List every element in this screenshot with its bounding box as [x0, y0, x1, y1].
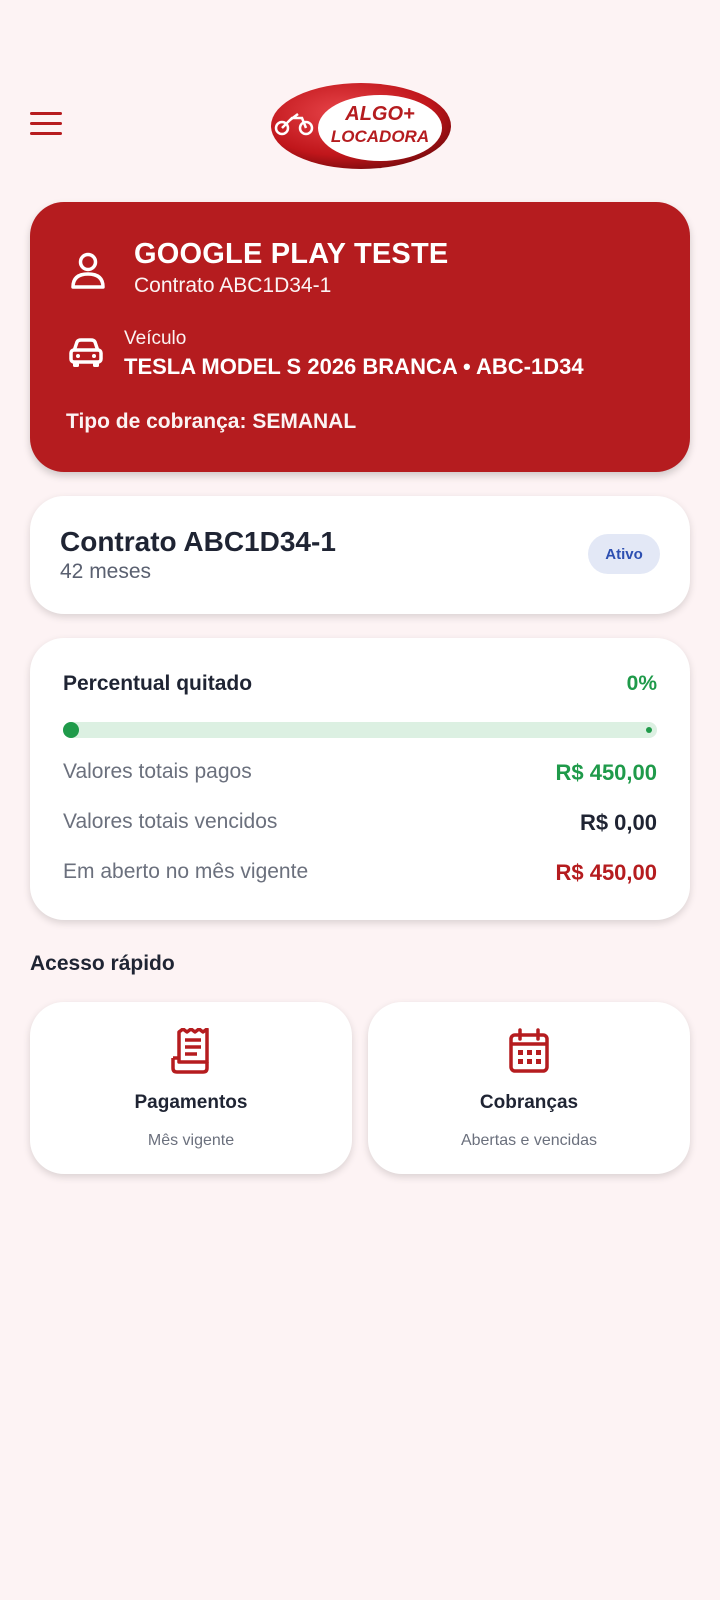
payment-summary-card: Percentual quitado 0% Valores totais pag…	[30, 638, 690, 920]
total-overdue-label: Valores totais vencidos	[63, 810, 278, 833]
charges-subtitle: Abertas e vencidas	[460, 1132, 598, 1149]
contract-title: Contrato ABC1D34-1	[60, 526, 336, 557]
client-info-card: GOOGLE PLAY TESTE Contrato ABC1D34-1 Veí…	[30, 202, 690, 472]
billing-type: Tipo de cobrança: SEMANAL	[66, 410, 357, 433]
contract-card[interactable]: Contrato ABC1D34-1 42 meses Ativo	[30, 496, 690, 614]
progress-bar	[63, 722, 657, 738]
total-paid-value: R$ 450,00	[555, 760, 657, 785]
total-paid-label: Valores totais pagos	[63, 760, 252, 783]
open-current-month-label: Em aberto no mês vigente	[63, 860, 309, 883]
app-header: ALGO+ LOCADORA	[0, 0, 720, 190]
vehicle-label: Veículo	[124, 328, 187, 349]
logo-line1: ALGO+	[344, 103, 415, 125]
vehicle-value: TESLA MODEL S 2026 BRANCA • ABC-1D34	[124, 354, 584, 379]
quick-access-heading: Acesso rápido	[30, 952, 175, 975]
brand-logo: ALGO+ LOCADORA	[271, 83, 451, 169]
paid-percent-title: Percentual quitado	[63, 672, 253, 695]
quick-access-payments[interactable]: Pagamentos Mês vigente	[30, 1002, 352, 1174]
client-name: GOOGLE PLAY TESTE	[134, 238, 449, 270]
contract-duration: 42 meses	[60, 560, 152, 583]
quick-access-charges[interactable]: Cobranças Abertas e vencidas	[368, 1002, 690, 1174]
total-overdue-value: R$ 0,00	[579, 810, 657, 835]
paid-percent-value: 0%	[626, 672, 657, 695]
car-icon	[69, 338, 103, 367]
payments-title: Pagamentos	[134, 1092, 248, 1113]
progress-end-dot	[646, 727, 652, 733]
open-current-month-value: R$ 450,00	[555, 860, 657, 885]
payments-subtitle: Mês vigente	[147, 1132, 235, 1149]
client-contract: Contrato ABC1D34-1	[134, 274, 332, 297]
calendar-icon	[509, 1028, 549, 1073]
receipt-icon	[171, 1028, 209, 1074]
charges-title: Cobranças	[479, 1092, 579, 1113]
progress-fill	[63, 722, 79, 738]
status-badge: Ativo	[588, 534, 660, 574]
hamburger-menu-icon[interactable]	[30, 112, 64, 136]
logo-line2: LOCADORA	[331, 127, 429, 146]
user-icon	[71, 252, 105, 289]
